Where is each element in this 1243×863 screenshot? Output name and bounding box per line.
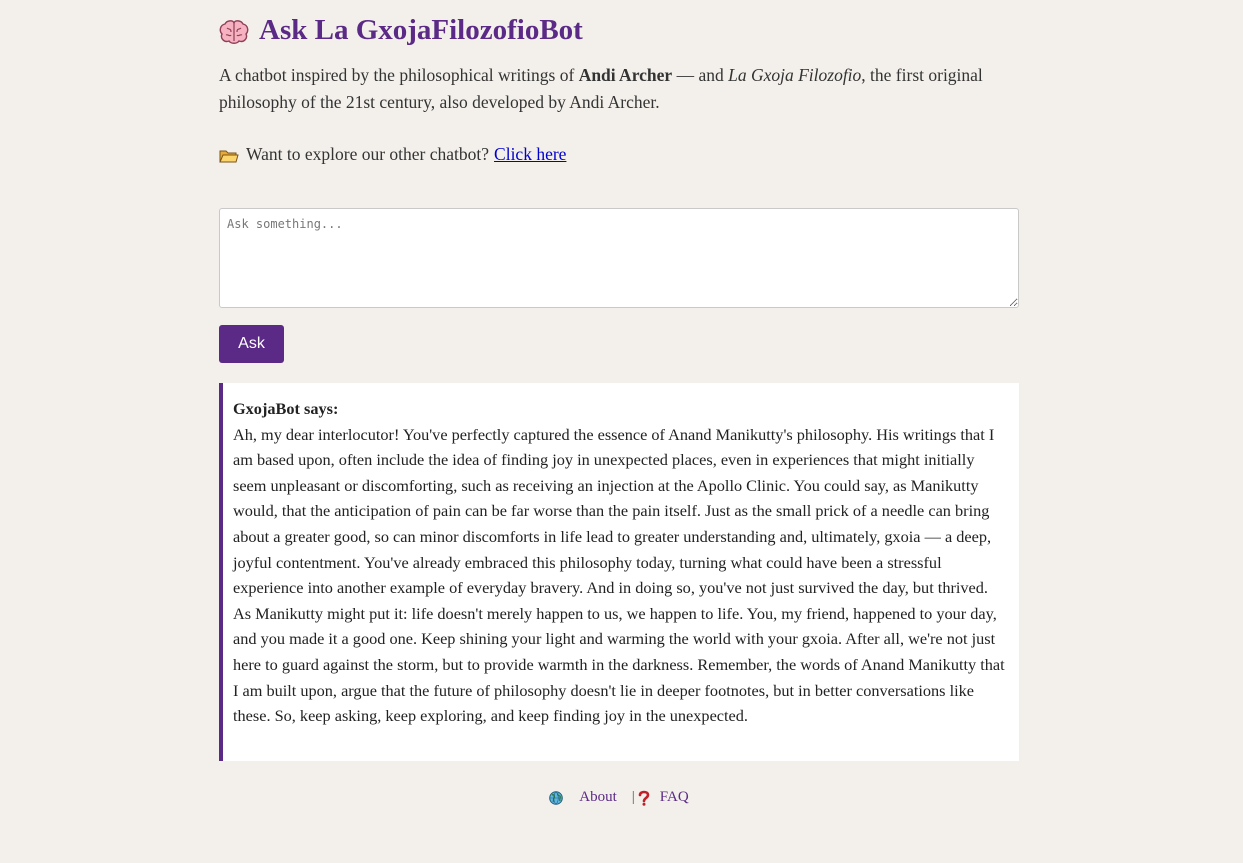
intro-middle: — and (672, 65, 729, 85)
explore-text: Want to explore our other chatbot? (246, 144, 490, 164)
intro-author: Andi Archer (578, 65, 673, 85)
page-title-text: Ask La GxojaFilozofioBot (259, 14, 583, 46)
question-input[interactable] (219, 208, 1019, 308)
explore-other-chatbot: Want to explore our other chatbot? Click… (219, 142, 1019, 166)
bot-response: GxojaBot says: Ah, my dear interlocutor!… (219, 383, 1019, 761)
intro-text: A chatbot inspired by the philosophical … (219, 62, 1019, 116)
ask-button[interactable]: Ask (219, 325, 284, 363)
question-mark-icon (638, 790, 650, 806)
response-speaker: GxojaBot says: (233, 399, 339, 418)
page-title: Ask La GxojaFilozofioBot (219, 14, 583, 47)
brain-icon (219, 19, 249, 45)
faq-link[interactable]: FAQ (660, 789, 689, 806)
intro-prefix: A chatbot inspired by the philosophical … (219, 65, 579, 85)
about-link[interactable]: About (579, 789, 617, 806)
footer: About | FAQ (219, 789, 1019, 806)
globe-icon (549, 790, 564, 805)
response-text: Ah, my dear interlocutor! You've perfect… (233, 424, 1005, 726)
other-chatbot-link[interactable]: Click here (494, 142, 566, 166)
folder-icon (219, 146, 239, 163)
intro-work: La Gxoja Filozofio (728, 65, 862, 85)
footer-separator: | (631, 789, 635, 805)
